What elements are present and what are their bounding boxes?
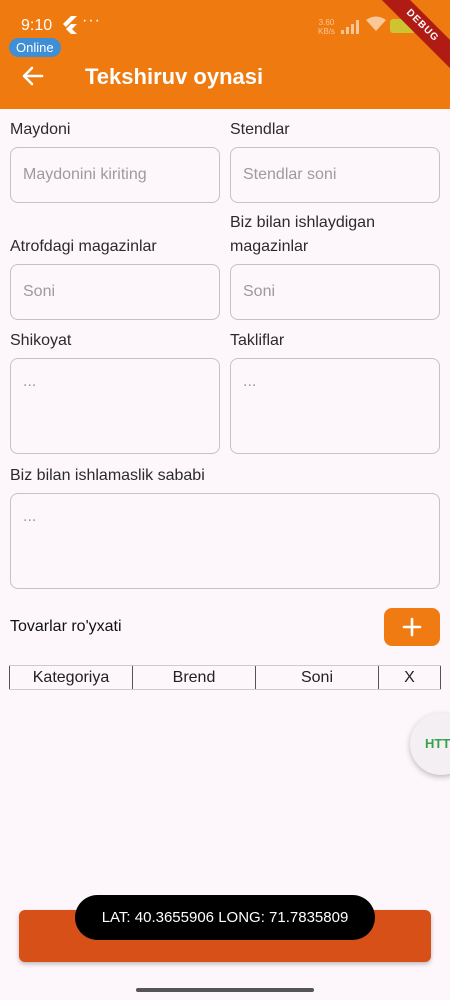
location-toast: LAT: 40.3655906 LONG: 71.7835809 <box>75 895 375 940</box>
table-header: Kategoriya Brend Soni X <box>9 665 441 690</box>
online-badge: Online <box>9 38 61 57</box>
column-kategoriya: Kategoriya <box>9 666 132 689</box>
wifi-icon <box>366 16 386 31</box>
tovarlar-title: Tovarlar ro'yxati <box>10 618 122 635</box>
takliflar-textarea[interactable] <box>230 358 440 454</box>
http-inspector-button[interactable]: HTTP <box>410 713 450 775</box>
status-time: 9:10 <box>21 17 53 34</box>
add-item-button[interactable] <box>384 608 440 646</box>
column-brend: Brend <box>132 666 255 689</box>
page-title: Tekshiruv oynasi <box>85 64 264 89</box>
arrow-left-icon[interactable] <box>20 63 46 89</box>
stendlar-label: Stendlar <box>230 121 290 138</box>
more-notifications-icon: ··· <box>82 12 101 29</box>
sabab-textarea[interactable] <box>10 493 440 589</box>
network-speed: 3.60 KB/s <box>318 18 335 36</box>
takliflar-label: Takliflar <box>230 332 285 349</box>
atrofdagi-label: Atrofdagi magazinlar <box>10 238 157 255</box>
home-indicator <box>136 988 314 992</box>
column-delete: X <box>378 666 441 689</box>
biz-bilan-label: Biz bilan ishlaydigan magazinlar <box>230 214 375 255</box>
maydoni-label: Maydoni <box>10 121 71 138</box>
maydoni-input[interactable] <box>10 147 220 203</box>
plus-icon <box>402 617 422 637</box>
shikoyat-textarea[interactable] <box>10 358 220 454</box>
flutter-icon <box>63 16 77 34</box>
atrofdagi-input[interactable] <box>10 264 220 320</box>
shikoyat-label: Shikoyat <box>10 332 72 349</box>
biz-bilan-input[interactable] <box>230 264 440 320</box>
signal-icon <box>341 20 359 34</box>
debug-banner: DEBUG <box>372 0 450 76</box>
app-bar: 9:10 ··· 3.60 KB/s DEBUG Online Tekshiru… <box>0 0 450 109</box>
column-soni: Soni <box>255 666 378 689</box>
sabab-label: Biz bilan ishlamaslik sababi <box>10 467 205 484</box>
stendlar-input[interactable] <box>230 147 440 203</box>
